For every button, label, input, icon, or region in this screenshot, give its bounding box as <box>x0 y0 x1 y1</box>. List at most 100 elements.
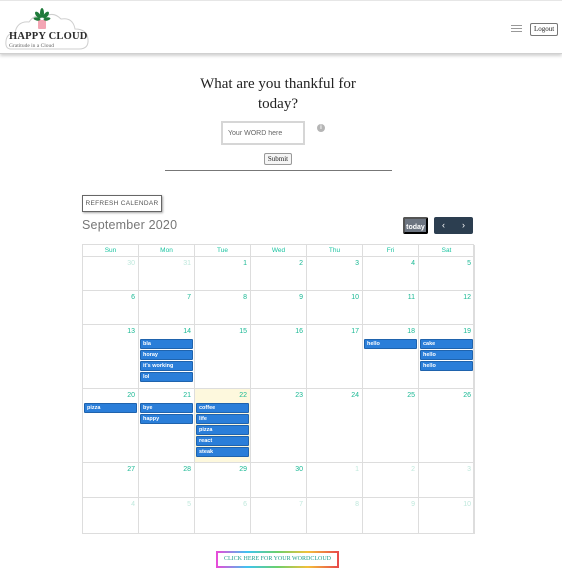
calendar-day-cell[interactable]: 22 coffee life pizza react steak <box>195 389 251 463</box>
info-icon[interactable]: i <box>317 124 325 132</box>
day-number: 5 <box>187 501 191 508</box>
divider <box>165 170 392 171</box>
calendar-event[interactable]: cake <box>420 339 473 349</box>
calendar-day-cell[interactable]: 29 <box>195 463 251 498</box>
calendar-day-cell[interactable]: 3 <box>419 463 475 498</box>
calendar-event[interactable]: steak <box>196 447 249 457</box>
calendar-day-cell[interactable]: 28 <box>139 463 195 498</box>
calendar-day-cell[interactable]: 25 <box>363 389 419 463</box>
day-number: 28 <box>183 466 191 473</box>
calendar-day-cell[interactable]: 12 <box>419 291 475 325</box>
day-number: 1 <box>243 260 247 267</box>
calendar-day-cell[interactable]: 1 <box>195 257 251 291</box>
day-number: 9 <box>411 501 415 508</box>
calendar-month-title: September 2020 <box>82 218 178 232</box>
calendar-day-cell[interactable]: 6 <box>83 291 139 325</box>
day-number: 3 <box>467 466 471 473</box>
calendar-day-cell[interactable]: 8 <box>195 291 251 325</box>
calendar-day-cell[interactable]: 7 <box>139 291 195 325</box>
calendar-grid: Sun Mon Tue Wed Thu Fri Sat 30 31 1 2 3 4 5 6 7 8 9 10 11 12… <box>82 244 475 534</box>
calendar-day-cell[interactable]: 4 <box>363 257 419 291</box>
day-number: 10 <box>351 294 359 301</box>
calendar-day-cell[interactable]: 30 <box>251 463 307 498</box>
wordcloud-link[interactable]: CLICK HERE FOR YOUR WORDCLOUD <box>216 551 339 568</box>
calendar-day-cell[interactable]: 18 hello <box>363 325 419 389</box>
today-button[interactable]: today <box>403 217 428 234</box>
calendar-day-cell[interactable]: 9 <box>363 498 419 534</box>
calendar-event[interactable]: happy <box>140 414 193 424</box>
calendar-day-cell[interactable]: 19 cake hello hello <box>419 325 475 389</box>
calendar-day-cell[interactable]: 10 <box>419 498 475 534</box>
day-number: 7 <box>187 294 191 301</box>
calendar-event[interactable]: hello <box>420 350 473 360</box>
calendar-day-cell[interactable]: 30 <box>83 257 139 291</box>
calendar-event[interactable]: bla <box>140 339 193 349</box>
day-number: 14 <box>183 328 191 335</box>
refresh-calendar-button[interactable]: REFRESH CALENDAR <box>82 195 162 212</box>
calendar-event[interactable]: lol <box>140 372 193 382</box>
day-number: 10 <box>463 501 471 508</box>
calendar-day-cell[interactable]: 21 bye happy <box>139 389 195 463</box>
calendar-day-cell[interactable]: 20 pizza <box>83 389 139 463</box>
calendar-event[interactable]: pizza <box>84 403 137 413</box>
calendar-event[interactable]: life <box>196 414 249 424</box>
day-number: 30 <box>127 260 135 267</box>
day-number: 6 <box>131 294 135 301</box>
next-month-button[interactable]: › <box>454 217 473 234</box>
calendar-day-cell[interactable]: 13 <box>83 325 139 389</box>
calendar-day-cell[interactable]: 8 <box>307 498 363 534</box>
menu-icon[interactable] <box>511 25 522 34</box>
day-number: 8 <box>355 501 359 508</box>
prev-month-button[interactable]: ‹ <box>434 217 453 234</box>
calendar-day-cell[interactable]: 15 <box>195 325 251 389</box>
calendar-event[interactable]: horay <box>140 350 193 360</box>
calendar-day-cell[interactable]: 7 <box>251 498 307 534</box>
app-header: HAPPY CLOUD Gratitude in a Cloud Logout <box>0 0 562 54</box>
calendar-day-cell[interactable]: 14 bla horay it's working lol <box>139 325 195 389</box>
calendar-day-cell[interactable]: 11 <box>363 291 419 325</box>
calendar-event[interactable]: bye <box>140 403 193 413</box>
day-number: 1 <box>355 466 359 473</box>
day-number: 4 <box>131 501 135 508</box>
calendar-day-cell[interactable]: 6 <box>195 498 251 534</box>
day-number: 18 <box>407 328 415 335</box>
logout-button[interactable]: Logout <box>530 23 559 36</box>
calendar-day-cell[interactable]: 5 <box>419 257 475 291</box>
calendar-day-cell[interactable]: 27 <box>83 463 139 498</box>
weekday-header: Thu <box>307 245 363 257</box>
calendar-nav: ‹ › <box>434 217 473 234</box>
calendar-day-cell[interactable]: 31 <box>139 257 195 291</box>
day-number: 15 <box>239 328 247 335</box>
calendar-event[interactable]: it's working <box>140 361 193 371</box>
day-number: 3 <box>355 260 359 267</box>
calendar-day-cell[interactable]: 4 <box>83 498 139 534</box>
calendar-day-cell[interactable]: 10 <box>307 291 363 325</box>
submit-button[interactable]: Submit <box>264 153 292 165</box>
logo[interactable]: HAPPY CLOUD Gratitude in a Cloud <box>3 5 91 51</box>
calendar-day-cell[interactable]: 9 <box>251 291 307 325</box>
day-number: 2 <box>299 260 303 267</box>
calendar-day-cell[interactable]: 16 <box>251 325 307 389</box>
day-number: 19 <box>463 328 471 335</box>
calendar-day-cell[interactable]: 23 <box>251 389 307 463</box>
calendar-day-cell[interactable]: 2 <box>251 257 307 291</box>
weekday-header: Sat <box>419 245 475 257</box>
calendar-day-cell[interactable]: 1 <box>307 463 363 498</box>
calendar-day-cell[interactable]: 3 <box>307 257 363 291</box>
word-input[interactable] <box>221 121 305 145</box>
calendar-event[interactable]: hello <box>420 361 473 371</box>
calendar-day-cell[interactable]: 26 <box>419 389 475 463</box>
calendar-event[interactable]: hello <box>364 339 417 349</box>
calendar-day-cell[interactable]: 24 <box>307 389 363 463</box>
calendar-day-cell[interactable]: 17 <box>307 325 363 389</box>
gratitude-question: What are you thankful for today? <box>200 76 356 112</box>
day-number: 31 <box>183 260 191 267</box>
calendar-day-cell[interactable]: 5 <box>139 498 195 534</box>
calendar-event[interactable]: pizza <box>196 425 249 435</box>
calendar-event[interactable]: coffee <box>196 403 249 413</box>
calendar-day-cell[interactable]: 2 <box>363 463 419 498</box>
day-number: 20 <box>127 392 135 399</box>
calendar-event[interactable]: react <box>196 436 249 446</box>
day-number: 7 <box>299 501 303 508</box>
day-number: 17 <box>351 328 359 335</box>
